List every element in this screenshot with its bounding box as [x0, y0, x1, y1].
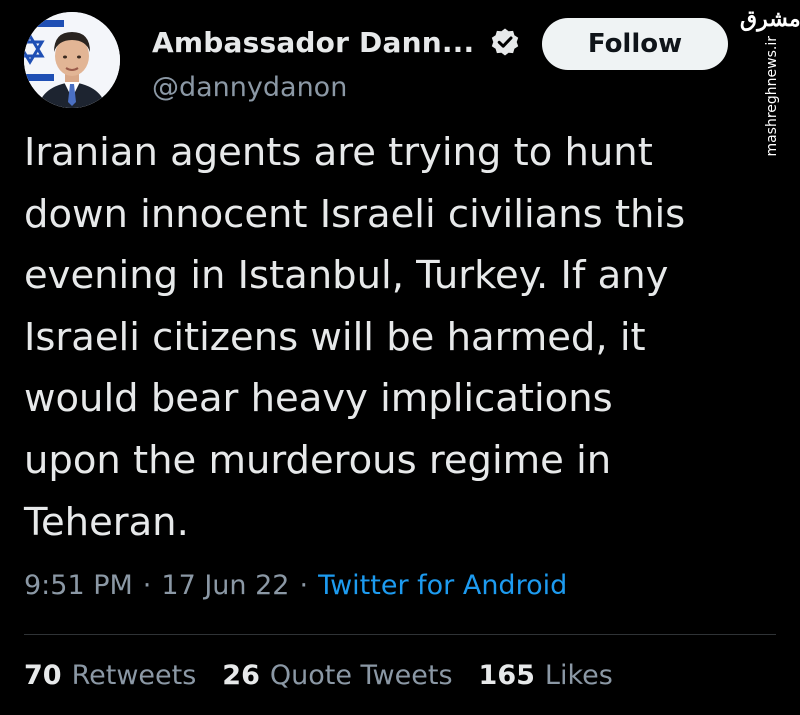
author-name-row: Ambassador Dann... — [152, 22, 520, 62]
tweet-date[interactable]: 17 Jun 22 — [161, 570, 289, 601]
likes-label: Likes — [544, 660, 613, 691]
author-handle[interactable]: @dannydanon — [152, 72, 347, 103]
quote-tweets-label: Quote Tweets — [269, 660, 453, 691]
quote-tweets-stat[interactable]: 26 Quote Tweets — [222, 660, 452, 691]
tweet-text: Iranian agents are trying to hunt down i… — [24, 130, 686, 545]
follow-button[interactable]: Follow — [542, 18, 728, 70]
watermark: مشرق mashreghnews.ir — [740, 6, 800, 157]
avatar[interactable] — [24, 12, 120, 108]
retweets-label: Retweets — [71, 660, 197, 691]
tweet-stats: 70 Retweets 26 Quote Tweets 165 Likes — [24, 660, 639, 691]
watermark-site: mashreghnews.ir — [764, 36, 780, 157]
profile-photo-icon — [24, 12, 120, 108]
tweet-source-link[interactable]: Twitter for Android — [318, 570, 567, 601]
retweets-count: 70 — [24, 660, 62, 691]
retweets-stat[interactable]: 70 Retweets — [24, 660, 196, 691]
likes-count: 165 — [478, 660, 535, 691]
author-display-name[interactable]: Ambassador Dann... — [152, 26, 474, 59]
divider — [24, 634, 776, 635]
likes-stat[interactable]: 165 Likes — [479, 660, 613, 691]
watermark-logo: مشرق — [740, 6, 800, 32]
verified-badge-icon — [492, 28, 519, 56]
tweet-meta: 9:51 PM · 17 Jun 22 · Twitter for Androi… — [24, 570, 567, 601]
quote-tweets-count: 26 — [222, 660, 260, 691]
meta-separator: · — [142, 570, 152, 601]
tweet-time[interactable]: 9:51 PM — [24, 570, 133, 601]
meta-separator: · — [299, 570, 309, 601]
